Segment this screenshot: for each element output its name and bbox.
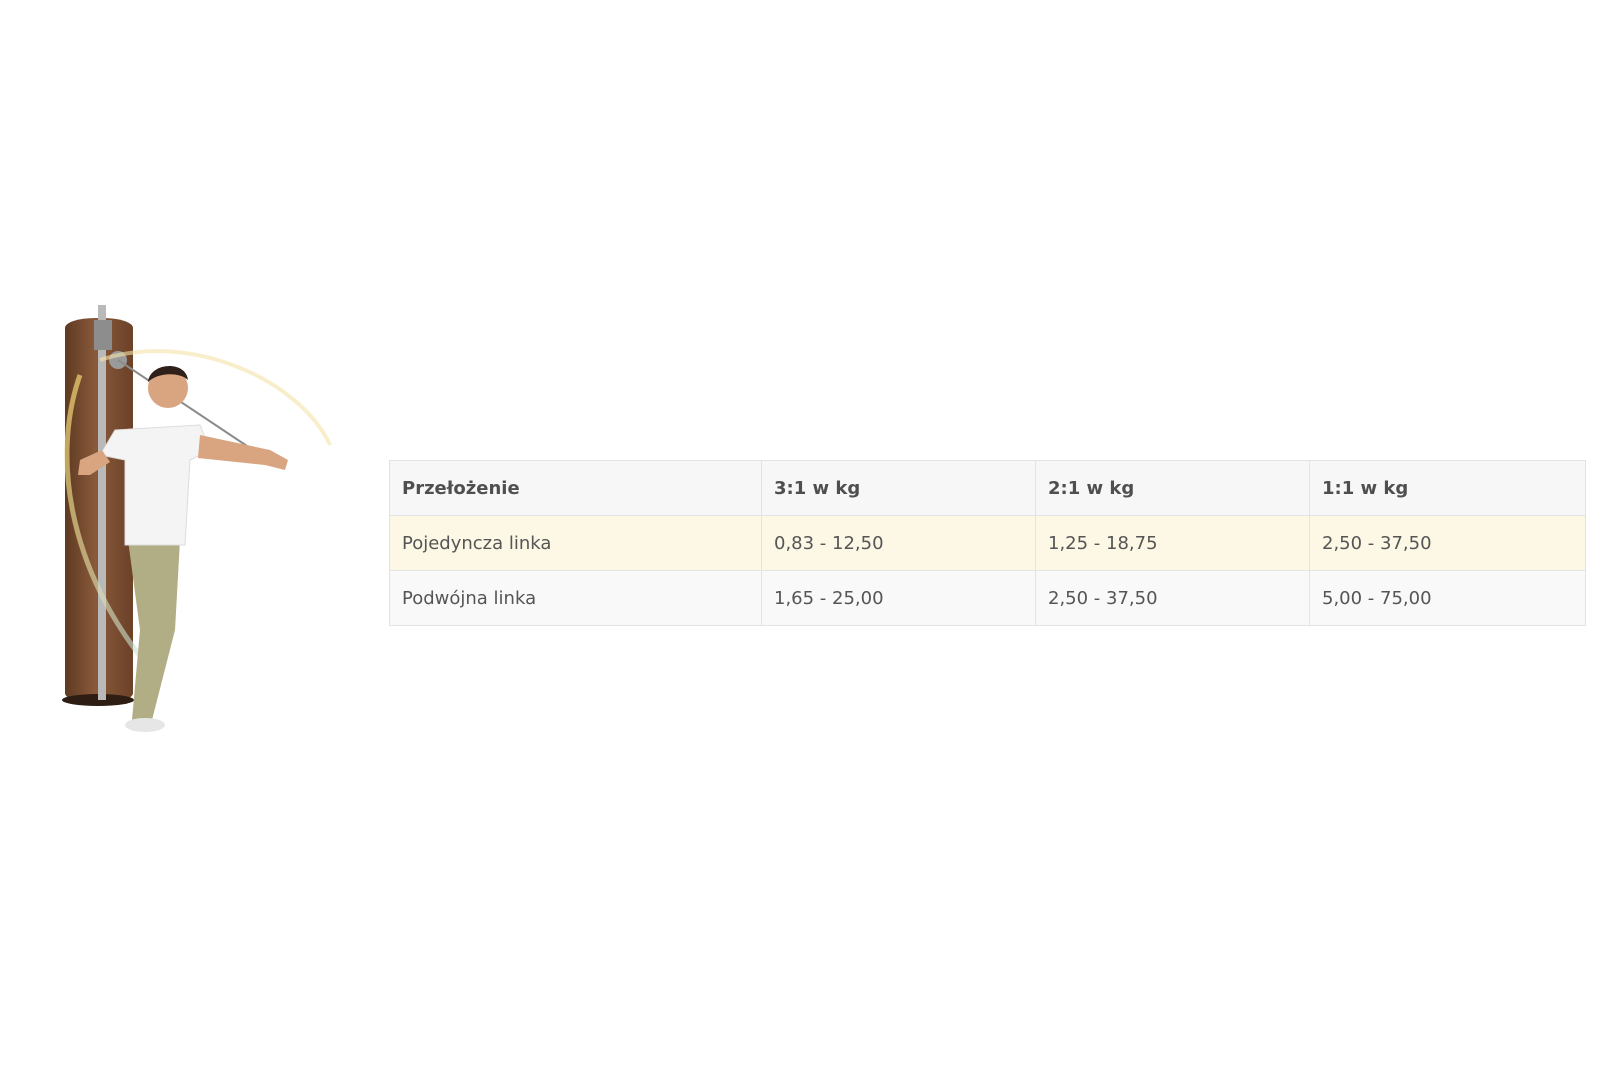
header-ratio: Przełożenie <box>389 460 762 516</box>
exercise-column-illustration <box>62 305 332 732</box>
ratio-table: Przełożenie 3:1 w kg 2:1 w kg 1:1 w kg P… <box>389 460 1586 626</box>
ratio-table-container: Przełożenie 3:1 w kg 2:1 w kg 1:1 w kg P… <box>389 460 1586 626</box>
table-cell: 2,50 - 37,50 <box>1035 570 1310 626</box>
table-cell: 5,00 - 75,00 <box>1309 570 1586 626</box>
row-label: Pojedyncza linka <box>389 515 762 571</box>
table-header-row: Przełożenie 3:1 w kg 2:1 w kg 1:1 w kg <box>389 460 1586 516</box>
header-3-1: 3:1 w kg <box>761 460 1036 516</box>
product-photo <box>40 300 350 780</box>
table-cell: 1,25 - 18,75 <box>1035 515 1310 571</box>
metal-rail <box>98 305 106 700</box>
table-cell: 1,65 - 25,00 <box>761 570 1036 626</box>
row-label: Podwójna linka <box>389 570 762 626</box>
person-legs <box>128 540 180 720</box>
table-row: Podwójna linka 1,65 - 25,00 2,50 - 37,50… <box>389 570 1586 626</box>
header-2-1: 2:1 w kg <box>1035 460 1310 516</box>
header-1-1: 1:1 w kg <box>1309 460 1586 516</box>
table-cell: 2,50 - 37,50 <box>1309 515 1586 571</box>
table-row: Pojedyncza linka 0,83 - 12,50 1,25 - 18,… <box>389 515 1586 571</box>
table-cell: 0,83 - 12,50 <box>761 515 1036 571</box>
